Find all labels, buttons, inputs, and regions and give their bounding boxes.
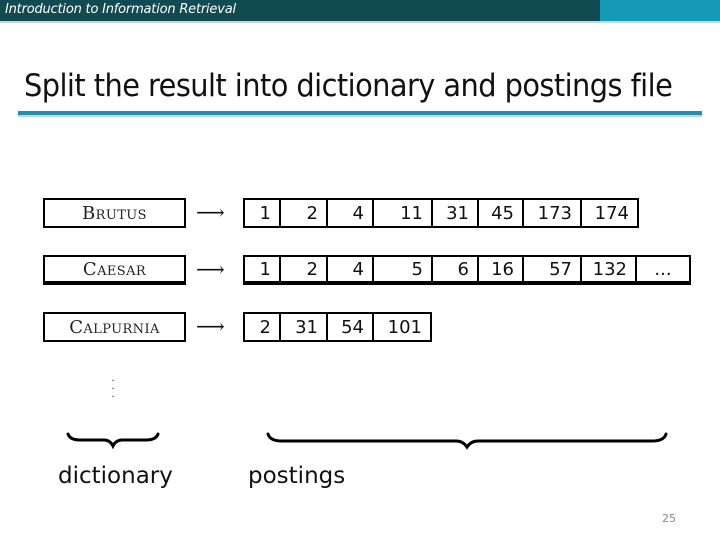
page-number: 25 [662, 512, 676, 525]
postings-label: postings [248, 463, 346, 489]
braces-layer [66, 432, 668, 450]
dictionary-label: dictionary [58, 463, 173, 489]
dictionary-brace-icon [66, 432, 160, 450]
postings-brace-icon [266, 432, 668, 450]
